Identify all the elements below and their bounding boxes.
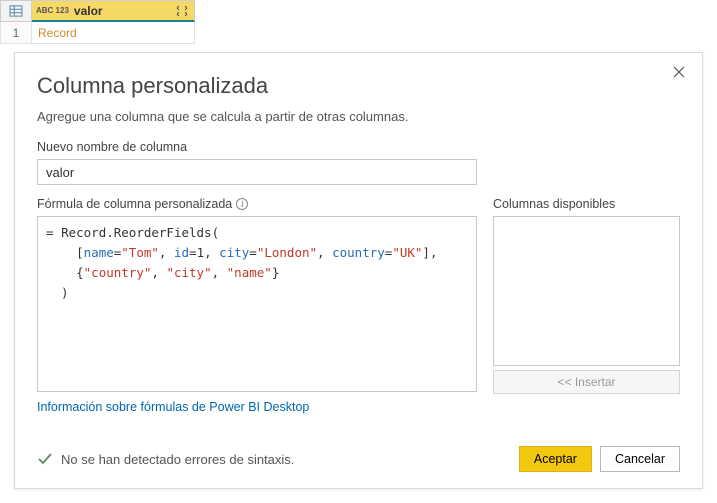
- close-icon[interactable]: [670, 63, 688, 81]
- formula-label-text: Fórmula de columna personalizada: [37, 197, 232, 211]
- query-grid: ABC 123 valor 1 Record: [0, 0, 195, 44]
- formula-editor[interactable]: = Record.ReorderFields( [name="Tom", id=…: [37, 216, 477, 392]
- custom-column-dialog: Columna personalizada Agregue una column…: [14, 52, 703, 489]
- help-link[interactable]: Información sobre fórmulas de Power BI D…: [37, 400, 477, 414]
- ok-button[interactable]: Aceptar: [519, 446, 592, 472]
- datatype-icon: ABC 123: [36, 7, 69, 14]
- dialog-subtitle: Agregue una columna que se calcula a par…: [37, 109, 680, 124]
- row-number: 1: [0, 22, 32, 44]
- name-label: Nuevo nombre de columna: [37, 140, 680, 154]
- info-icon[interactable]: i: [236, 198, 248, 210]
- formula-label: Fórmula de columna personalizada i: [37, 197, 477, 211]
- check-icon: [37, 451, 53, 467]
- column-name-input[interactable]: [37, 159, 477, 185]
- available-columns-label: Columnas disponibles: [493, 197, 680, 211]
- table-icon[interactable]: [0, 0, 32, 22]
- available-columns-list[interactable]: [493, 216, 680, 366]
- dialog-title: Columna personalizada: [37, 73, 680, 99]
- cancel-button[interactable]: Cancelar: [600, 446, 680, 472]
- cell-record-link[interactable]: Record: [32, 22, 195, 44]
- table-row[interactable]: 1 Record: [0, 22, 195, 44]
- column-name: valor: [74, 4, 174, 18]
- grid-header-row: ABC 123 valor: [0, 0, 195, 22]
- expand-icon[interactable]: [174, 3, 190, 19]
- syntax-status: No se han detectado errores de sintaxis.: [37, 451, 294, 467]
- status-text: No se han detectado errores de sintaxis.: [61, 452, 294, 467]
- insert-button: << Insertar: [493, 370, 680, 394]
- column-header-valor[interactable]: ABC 123 valor: [32, 0, 195, 22]
